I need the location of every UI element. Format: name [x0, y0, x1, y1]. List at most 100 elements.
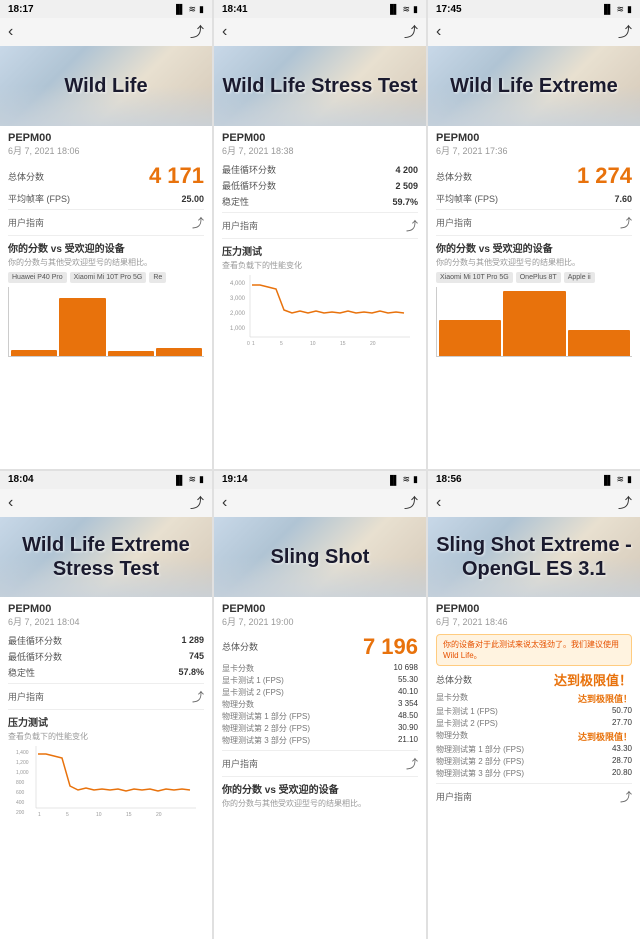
stability-row-4: 稳定性 57.8% [8, 666, 204, 679]
physics-score-row-5: 物理分数 3 354 [222, 699, 418, 710]
physics-t3-row-6: 物理测试第 3 部分 (FPS) 20.80 [436, 768, 632, 779]
share-icon-6[interactable]: ⤴ [620, 788, 632, 805]
physics-t1-label-5: 物理测试第 1 部分 (FPS) [222, 711, 310, 722]
physics-score-label-5: 物理分数 [222, 699, 254, 710]
guide-label-3[interactable]: 用户指南 [436, 216, 472, 229]
graphics-t1-label-5: 显卡测试 1 (FPS) [222, 675, 284, 686]
hero-title-1: Wild Life [56, 74, 155, 98]
device-tab-1[interactable]: Huawei P40 Pro [8, 272, 67, 283]
back-button-3[interactable]: ‹ [436, 23, 441, 41]
top-bar-1: ‹ ⤴ [0, 18, 212, 46]
bar-2 [59, 298, 105, 357]
share-icon-3[interactable]: ⤴ [620, 214, 632, 231]
back-button-5[interactable]: ‹ [222, 494, 227, 512]
svg-text:5: 5 [66, 812, 69, 818]
total-score-label-5: 总体分数 [222, 640, 258, 653]
svg-text:1,200: 1,200 [16, 760, 29, 766]
share-button-2[interactable]: ⤴ [404, 22, 418, 42]
guide-row-6: 用户指南 ⤴ [436, 788, 632, 805]
pressure-subtitle-4: 查看负载下的性能变化 [8, 731, 204, 742]
hero-banner-1: Wild Life [0, 46, 212, 126]
best-loop-row-4: 最佳循环分数 1 289 [8, 634, 204, 647]
device-tabs-1: Huawei P40 Pro Xiaomi Mi 10T Pro 5G Re [8, 272, 204, 283]
total-score-row-6: 总体分数 达到极限值！ [436, 670, 632, 689]
share-button-1[interactable]: ⤴ [190, 22, 204, 42]
physics-t1-value-5: 48.50 [398, 711, 418, 722]
guide-label-4[interactable]: 用户指南 [8, 690, 44, 703]
share-icon-4[interactable]: ⤴ [192, 688, 204, 705]
share-button-6[interactable]: ⤴ [618, 493, 632, 513]
back-button-4[interactable]: ‹ [8, 494, 13, 512]
total-score-row-3: 总体分数 1 274 [436, 163, 632, 189]
hero-title-3: Wild Life Extreme [442, 74, 626, 98]
share-button-3[interactable]: ⤴ [618, 22, 632, 42]
panel-stress-test: 18:41 ▐▌ ≋ ▮ ‹ ⤴ Wild Life Stress Test P… [214, 0, 426, 469]
username-4: PEPM00 [8, 603, 204, 615]
graphics-score-label-5: 显卡分数 [222, 663, 254, 674]
share-button-5[interactable]: ⤴ [404, 493, 418, 513]
guide-label-6[interactable]: 用户指南 [436, 790, 472, 803]
physics-t2-value-5: 30.90 [398, 723, 418, 734]
battery-icon-3: ▮ [627, 4, 632, 15]
back-button-1[interactable]: ‹ [8, 23, 13, 41]
fps-label-3: 平均帧率 (FPS) [436, 192, 498, 205]
share-icon-1[interactable]: ⤴ [192, 214, 204, 231]
status-icons-5: ▐▌ ≋ ▮ [387, 474, 418, 485]
physics-t3-value-6: 20.80 [612, 768, 632, 779]
device-tab-3c[interactable]: Apple ii [564, 272, 595, 283]
time-5: 19:14 [222, 474, 248, 485]
hero-title-4: Wild Life Extreme Stress Test [0, 533, 212, 581]
device-tab-3b[interactable]: OnePlus 8T [516, 272, 561, 283]
bar-chart-3 [436, 287, 632, 357]
graphics-t2-value-6: 27.70 [612, 718, 632, 729]
physics-score-value-6: 达到极限值！ [578, 730, 632, 743]
hero-banner-6: Sling Shot Extreme - OpenGL ES 3.1 [428, 517, 640, 597]
battery-icon-5: ▮ [413, 474, 418, 485]
worst-loop-value-4: 745 [189, 651, 204, 661]
content-1: PEPM00 6月 7, 2021 18:06 总体分数 4 171 平均帧率 … [0, 126, 212, 469]
guide-label-1[interactable]: 用户指南 [8, 216, 44, 229]
guide-row-1: 用户指南 ⤴ [8, 214, 204, 231]
share-button-4[interactable]: ⤴ [190, 493, 204, 513]
back-button-2[interactable]: ‹ [222, 23, 227, 41]
status-bar-4: 18:04 ▐▌ ≋ ▮ [0, 471, 212, 489]
time-1: 18:17 [8, 4, 34, 15]
svg-text:10: 10 [96, 812, 102, 818]
pressure-title-2: 压力测试 [222, 243, 418, 258]
total-score-value-6: 达到极限值！ [554, 670, 632, 689]
wifi-icon-4: ≋ [189, 474, 197, 485]
signal-icon-5: ▐▌ [387, 475, 400, 485]
physics-t3-row-5: 物理测试第 3 部分 (FPS) 21.10 [222, 735, 418, 746]
device-tab-3[interactable]: Re [149, 272, 166, 283]
time-3: 17:45 [436, 4, 462, 15]
bar-1 [11, 350, 57, 357]
svg-text:1: 1 [38, 812, 41, 818]
svg-text:400: 400 [16, 800, 25, 806]
guide-label-5[interactable]: 用户指南 [222, 757, 258, 770]
graphics-t2-row-5: 显卡测试 2 (FPS) 40.10 [222, 687, 418, 698]
physics-score-row-6: 物理分数 达到极限值！ [436, 730, 632, 743]
divider-4b [8, 709, 204, 710]
signal-icon-3: ▐▌ [601, 4, 614, 14]
back-button-6[interactable]: ‹ [436, 494, 441, 512]
guide-label-2[interactable]: 用户指南 [222, 219, 258, 232]
device-tabs-3: Xiaomi Mi 10T Pro 5G OnePlus 8T Apple ii [436, 272, 632, 283]
share-icon-5[interactable]: ⤴ [406, 755, 418, 772]
svg-text:5: 5 [280, 341, 283, 347]
share-icon-2[interactable]: ⤴ [406, 217, 418, 234]
hero-banner-3: Wild Life Extreme [428, 46, 640, 126]
comparison-subtitle-3: 你的分数与其他受欢迎型号的结果相比。 [436, 257, 632, 268]
battery-icon-6: ▮ [627, 474, 632, 485]
worst-loop-row-4: 最低循环分数 745 [8, 650, 204, 663]
fps-label-1: 平均帧率 (FPS) [8, 192, 70, 205]
svg-text:1,400: 1,400 [16, 750, 29, 756]
top-bar-5: ‹ ⤴ [214, 489, 426, 517]
username-3: PEPM00 [436, 132, 632, 144]
device-tab-2[interactable]: Xiaomi Mi 10T Pro 5G [70, 272, 147, 283]
device-tab-3a[interactable]: Xiaomi Mi 10T Pro 5G [436, 272, 513, 283]
stress-chart-4: 1,400 1,200 1,000 800 600 400 200 1 5 10… [8, 746, 204, 821]
status-bar-1: 18:17 ▐▌ ≋ ▮ [0, 0, 212, 18]
physics-t2-label-5: 物理测试第 2 部分 (FPS) [222, 723, 310, 734]
hero-banner-2: Wild Life Stress Test [214, 46, 426, 126]
bar-3b [503, 291, 565, 356]
